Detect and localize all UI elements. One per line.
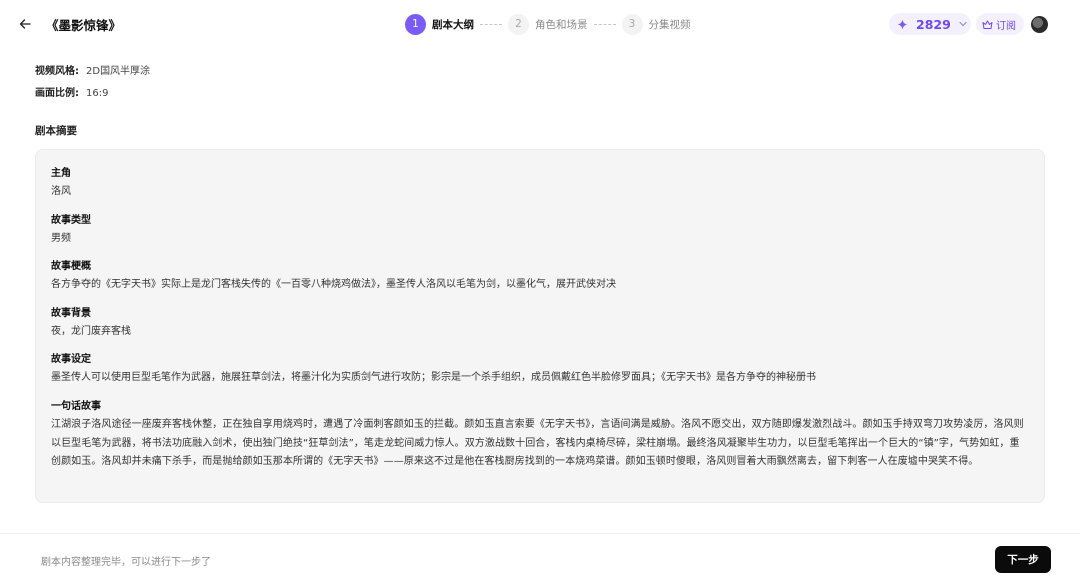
step-number: 2 xyxy=(508,13,529,35)
next-step-button[interactable]: 下一步 xyxy=(995,546,1051,573)
footer-hint: 剧本内容整理完毕，可以进行下一步了 xyxy=(41,557,211,568)
step-number: 3 xyxy=(621,13,643,35)
crown-icon xyxy=(982,15,993,34)
field-setting: 故事设定 墨圣传人可以使用巨型毛笔作为武器，施展狂草剑法，将墨汁化为实质剑气进行… xyxy=(51,352,1028,388)
field-value: 墨圣传人可以使用巨型毛笔作为武器，施展狂草剑法，将墨汁化为实质剑气进行攻防；影宗… xyxy=(51,372,816,384)
credits-balance: 2829 xyxy=(916,16,951,32)
field-value: 夜，龙门废弃客栈 xyxy=(51,325,131,337)
script-summary-card: 主角 洛风 故事类型 男频 故事梗概 各方争夺的《无字天书》实际上是龙门客栈失传… xyxy=(35,149,1045,503)
step-characters-scenes[interactable]: 2 角色和场景 xyxy=(508,13,588,35)
step-episode-video[interactable]: 3 分集视频 xyxy=(621,13,691,35)
subscribe-button[interactable]: 订阅 xyxy=(976,13,1024,35)
step-outline[interactable]: 1 剧本大纲 xyxy=(405,13,474,35)
step-label: 剧本大纲 xyxy=(432,18,474,31)
step-connector xyxy=(593,23,616,25)
field-value: 江湖浪子洛风途径一座废弃客栈休整，正在独自享用烧鸡时，遭遇了冷面刺客颜如玉的拦截… xyxy=(51,418,1024,468)
field-story-type: 故事类型 男频 xyxy=(51,213,1028,249)
back-arrow-icon[interactable] xyxy=(14,13,36,35)
footer-divider xyxy=(0,533,1080,534)
summary-heading: 剧本摘要 xyxy=(35,125,77,137)
field-value: 洛风 xyxy=(51,186,71,197)
subscribe-label: 订阅 xyxy=(996,20,1016,32)
field-value: 男频 xyxy=(51,232,71,244)
field-one-line-story: 一句话故事 江湖浪子洛风途径一座废弃客栈休整，正在独自享用烧鸡时，遭遇了冷面刺客… xyxy=(51,399,1028,472)
step-label: 分集视频 xyxy=(648,18,691,31)
field-label: 一句话故事 xyxy=(51,400,101,412)
aspect-ratio-row: 画面比例: 16:9 xyxy=(35,84,108,99)
field-protagonist: 主角 洛风 xyxy=(51,166,1028,202)
video-style-value: 2D国风半厚涂 xyxy=(86,66,151,77)
field-label: 故事背景 xyxy=(51,307,91,319)
field-background: 故事背景 夜，龙门废弃客栈 xyxy=(51,306,1028,342)
field-label: 故事设定 xyxy=(51,354,91,366)
video-style-label: 视频风格: xyxy=(35,66,79,77)
step-label: 角色和场景 xyxy=(535,18,588,31)
top-bar: 《墨影惊锋》 1 剧本大纲 2 角色和场景 3 分集视频 2829 订阅 xyxy=(0,0,1080,48)
step-indicator: 1 剧本大纲 2 角色和场景 3 分集视频 xyxy=(405,13,691,35)
field-label: 故事类型 xyxy=(51,214,91,226)
field-label: 主角 xyxy=(51,168,71,179)
aspect-ratio-value: 16:9 xyxy=(86,88,109,99)
project-title: 《墨影惊锋》 xyxy=(46,18,122,33)
field-label: 故事梗概 xyxy=(51,261,91,273)
chevron-down-icon xyxy=(959,21,967,27)
field-synopsis: 故事梗概 各方争夺的《无字天书》实际上是龙门客栈失传的《一百零八种烧鸡做法》，墨… xyxy=(51,259,1028,295)
sparkle-icon xyxy=(897,15,908,34)
aspect-ratio-label: 画面比例: xyxy=(35,88,79,99)
step-connector xyxy=(480,23,502,25)
avatar[interactable] xyxy=(1031,16,1048,33)
step-number: 1 xyxy=(405,13,426,35)
video-style-row: 视频风格: 2D国风半厚涂 xyxy=(35,62,150,77)
field-value: 各方争夺的《无字天书》实际上是龙门客栈失传的《一百零八种烧鸡做法》，墨圣传人洛风… xyxy=(51,279,616,291)
credits-dropdown[interactable]: 2829 xyxy=(889,13,971,35)
